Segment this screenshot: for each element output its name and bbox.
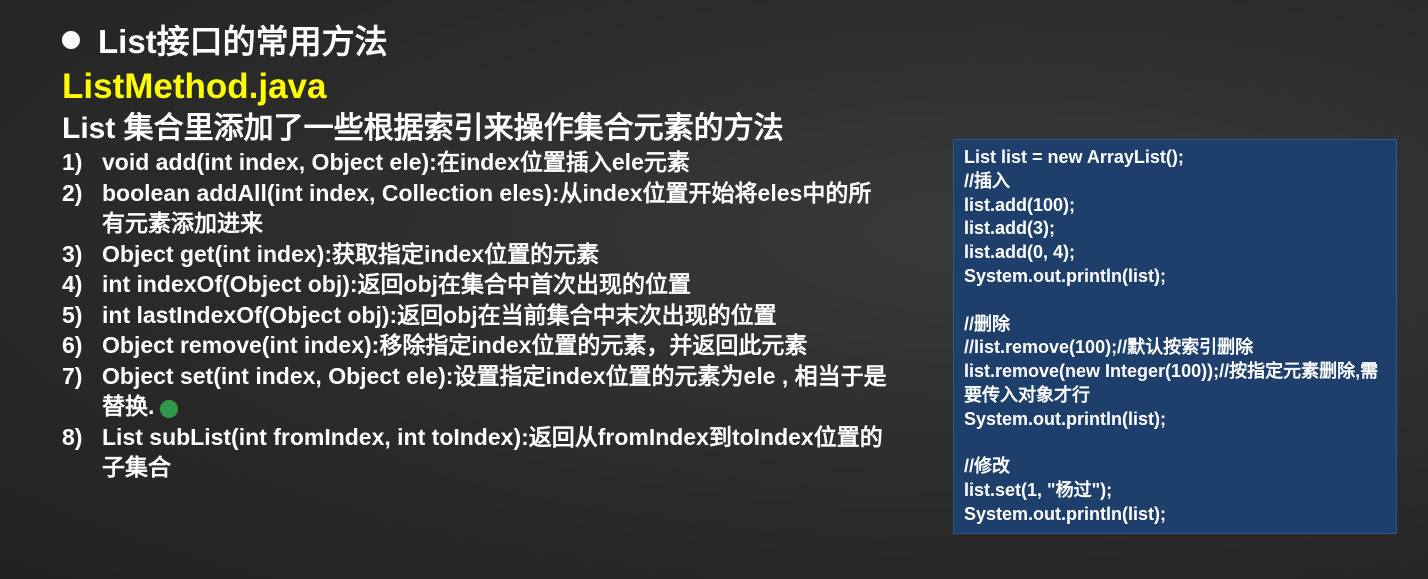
method-item: 7) Object set(int index, Object ele):设置指…: [62, 361, 892, 422]
code-line: list.add(100);: [964, 194, 1076, 215]
code-line: //插入: [964, 170, 1011, 191]
heading-text: List接口的常用方法: [98, 23, 388, 60]
cursor-highlight-icon: [160, 400, 178, 418]
file-name: ListMethod.java: [62, 67, 327, 106]
method-number: 1): [62, 149, 83, 175]
method-number: 2): [62, 179, 83, 206]
slide-subtitle: List 集合里添加了一些根据索引来操作集合元素的方法: [62, 112, 784, 145]
method-text: int lastIndexOf(Object obj):返回obj在当前集合中末…: [102, 301, 777, 328]
method-text: void add(int index, Object ele):在index位置…: [102, 149, 690, 175]
method-number: 7): [62, 362, 83, 389]
method-text: boolean addAll(int index, Collection ele…: [102, 179, 872, 237]
method-number: 4): [62, 271, 83, 297]
code-line: //修改: [964, 456, 1011, 477]
code-sample-box: List list = new ArrayList(); //插入 list.a…: [953, 139, 1397, 534]
method-number: 3): [62, 240, 83, 267]
code-line: System.out.println(list);: [964, 265, 1166, 286]
method-item: 6) Object remove(int index):移除指定index位置的…: [62, 330, 892, 361]
method-item: 4) int indexOf(Object obj):返回obj在集合中首次出现…: [62, 269, 892, 300]
method-text: List subList(int fromIndex, int toIndex)…: [102, 423, 883, 481]
method-item: 1) void add(int index, Object ele):在inde…: [62, 147, 892, 178]
slide: List接口的常用方法 ListMethod.java List 集合里添加了一…: [0, 0, 1428, 579]
method-list: 1) void add(int index, Object ele):在inde…: [62, 147, 892, 483]
code-line: //删除: [964, 313, 1011, 334]
method-text: Object get(int index):获取指定index位置的元素: [102, 240, 600, 267]
bullet-icon: [62, 31, 80, 49]
method-item: 8) List subList(int fromIndex, int toInd…: [62, 422, 892, 483]
method-text: int indexOf(Object obj):返回obj在集合中首次出现的位置: [102, 271, 692, 297]
method-number: 5): [62, 301, 83, 328]
code-line: list.remove(new Integer(100));//按指定元素删除,…: [964, 361, 1379, 405]
method-item: 5) int lastIndexOf(Object obj):返回obj在当前集…: [62, 300, 892, 331]
code-line: List list = new ArrayList();: [964, 147, 1184, 167]
code-line: list.add(0, 4);: [964, 242, 1076, 263]
method-item: 3) Object get(int index):获取指定index位置的元素: [62, 239, 892, 270]
method-text: Object remove(int index):移除指定index位置的元素，…: [102, 332, 808, 358]
code-line: list.add(3);: [964, 218, 1056, 239]
code-line: list.set(1, "杨过");: [964, 480, 1113, 501]
method-item: 2) boolean addAll(int index, Collection …: [62, 178, 892, 239]
method-number: 6): [62, 332, 83, 358]
code-line: System.out.println(list);: [964, 503, 1166, 524]
slide-heading: List接口的常用方法: [62, 22, 388, 62]
code-line: System.out.println(list);: [964, 408, 1166, 429]
method-text: Object set(int index, Object ele):设置指定in…: [102, 362, 887, 420]
method-number: 8): [62, 423, 83, 450]
code-line: //list.remove(100);//默认按索引删除: [964, 337, 1254, 358]
